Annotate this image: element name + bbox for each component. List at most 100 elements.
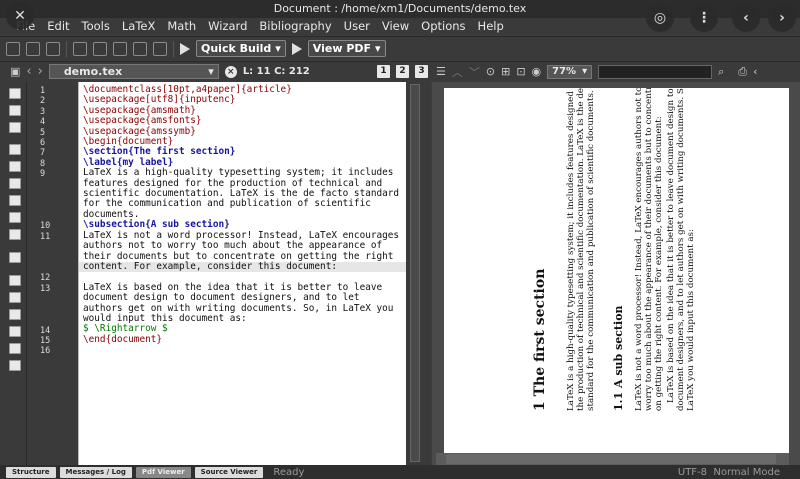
table-icon[interactable]	[9, 343, 21, 354]
menu-options[interactable]: Options	[415, 18, 471, 35]
pdf-text-line: LaTeX is not a word processor! Instead, …	[634, 88, 644, 411]
pdf-text-line: LaTeX you would input this document as:	[686, 229, 696, 411]
line-number: 11	[40, 231, 51, 242]
symbols-icon[interactable]	[9, 275, 21, 286]
pdf-vertical-scrollbar[interactable]	[789, 82, 800, 453]
window-title: Document : /home/xm1/Documents/demo.tex	[0, 0, 800, 18]
code-line: document design to document designers, a…	[83, 292, 360, 304]
back-icon[interactable]: ‹	[26, 64, 31, 79]
fit-icon[interactable]: ⊙	[486, 65, 495, 78]
tab-messages-log[interactable]: Messages / Log	[59, 466, 132, 478]
quick-build-select[interactable]: Quick Build ▾	[196, 40, 286, 57]
paste-icon[interactable]	[153, 41, 167, 56]
redo-icon[interactable]	[93, 41, 107, 56]
math-icon[interactable]	[9, 292, 21, 303]
align-right-icon[interactable]	[9, 229, 21, 240]
menu-view[interactable]: View	[376, 18, 415, 35]
view-run-icon[interactable]	[291, 42, 302, 55]
line-number: 10	[40, 221, 51, 232]
fit-page-icon[interactable]: ⊡	[516, 65, 525, 78]
newline-icon[interactable]	[9, 252, 21, 263]
emph-icon[interactable]	[9, 178, 21, 189]
menu-latex[interactable]: LaTeX	[116, 18, 161, 35]
italic-icon[interactable]	[9, 161, 21, 172]
mode-label[interactable]: Normal Mode	[713, 467, 780, 478]
menu-wizard[interactable]: Wizard	[202, 18, 253, 35]
menu-tools[interactable]: Tools	[76, 18, 116, 35]
forward-icon[interactable]: ›	[38, 64, 43, 79]
save-icon[interactable]	[46, 41, 60, 56]
fraction-icon[interactable]	[9, 309, 21, 320]
encoding-label[interactable]: UTF-8	[678, 467, 707, 478]
print-icon[interactable]: ⎙	[738, 65, 747, 79]
align-left-icon[interactable]	[9, 195, 21, 206]
pdf-section-heading: 1 The first section	[532, 268, 548, 411]
line-number: 16	[40, 346, 51, 357]
pdf-text-line: worry too much about the appearance of t…	[644, 88, 654, 411]
status-right: UTF-8 Normal Mode	[678, 467, 780, 478]
menu-help[interactable]: Help	[472, 18, 510, 35]
tab-structure[interactable]: Structure	[6, 466, 56, 478]
line-number: 7	[40, 148, 46, 159]
down-icon[interactable]: ﹀	[469, 64, 480, 80]
list-icon[interactable]: ☰	[436, 65, 446, 78]
scrollbar-thumb[interactable]	[410, 84, 420, 462]
tab-pdf-viewer[interactable]: Pdf Viewer	[135, 466, 191, 478]
fit-width-icon[interactable]: ⊞	[501, 65, 510, 78]
prev-icon[interactable]: ‹	[732, 4, 760, 32]
lens-icon[interactable]: ◎	[646, 4, 674, 32]
run-icon[interactable]	[180, 42, 190, 55]
line-number: 1	[40, 86, 46, 96]
line-number-gutter: 1 2 3 4 5 6 7 8 9 10 11 12 13 14 15 16	[27, 82, 78, 465]
menu-bibliography[interactable]: Bibliography	[253, 18, 337, 35]
open-file-icon[interactable]	[26, 41, 40, 56]
edit-mode-icon[interactable]: ▣	[10, 65, 20, 78]
view-pdf-label: View PDF	[312, 42, 372, 55]
viewer-toolbar: ☰ ︿ ﹀ ⊙ ⊞ ⊡ ◉ 77% ▾ ⌕ ⎙ ‹	[432, 61, 800, 81]
cut-icon[interactable]	[133, 41, 147, 56]
editor-tabbar: ▣ ‹ › demo.tex ▾ × L: 11 C: 212 1 2 3	[0, 61, 432, 81]
bold-icon[interactable]	[9, 144, 21, 155]
close-file-icon[interactable]: ×	[224, 65, 237, 78]
line-number: 2	[40, 96, 46, 107]
ref-icon[interactable]	[9, 105, 21, 116]
eye-icon[interactable]: ◉	[532, 65, 542, 78]
close-icon[interactable]: ✕	[6, 2, 34, 30]
line-number: 14	[40, 325, 51, 336]
source-editor[interactable]: \documentclass[10pt,a4paper]{article} \u…	[78, 82, 406, 465]
menu-edit[interactable]: Edit	[41, 18, 75, 35]
up-icon[interactable]: ︿	[452, 64, 463, 80]
copy-icon[interactable]	[113, 41, 127, 56]
pdf-page[interactable]: LaTeX you would input this document as: …	[444, 88, 789, 453]
menu-user[interactable]: User	[338, 18, 376, 35]
view-pdf-select[interactable]: View PDF ▾	[307, 40, 386, 57]
plus-icon[interactable]	[9, 326, 21, 337]
structure-sidebar	[0, 82, 27, 465]
undo-icon[interactable]	[73, 41, 87, 56]
file-name: demo.tex	[63, 65, 123, 78]
search-icon[interactable]: ⌕	[718, 65, 724, 79]
bookmark-3-button[interactable]: 3	[415, 65, 428, 78]
bookmark-1-button[interactable]: 1	[377, 65, 390, 78]
back-icon[interactable]: ‹	[753, 65, 757, 78]
bookmark-2-button[interactable]: 2	[396, 65, 409, 78]
file-selector[interactable]: demo.tex ▾	[48, 64, 219, 79]
chevron-down-icon: ▾	[582, 65, 588, 77]
menu-math[interactable]: Math	[161, 18, 202, 35]
editor-scrollbar[interactable]	[406, 82, 430, 465]
scrollbar-thumb[interactable]	[446, 454, 776, 464]
align-center-icon[interactable]	[9, 212, 21, 223]
pdf-horizontal-scrollbar[interactable]	[436, 453, 789, 465]
pdf-text-line: the production of technical and scientif…	[576, 88, 586, 411]
more-icon[interactable]: ⋮	[690, 4, 718, 32]
structure-icon[interactable]	[9, 88, 21, 99]
code-line: \end{document}	[83, 333, 163, 345]
status-bar: Structure Messages / Log Pdf Viewer Sour…	[0, 465, 800, 479]
tab-source-viewer[interactable]: Source Viewer	[194, 466, 264, 478]
image-icon[interactable]	[9, 122, 21, 133]
new-file-icon[interactable]	[6, 41, 20, 56]
next-icon[interactable]: ›	[768, 4, 796, 32]
user-icon[interactable]	[9, 360, 21, 371]
pdf-search-input[interactable]	[598, 64, 713, 79]
zoom-select[interactable]: 77% ▾	[547, 64, 593, 79]
